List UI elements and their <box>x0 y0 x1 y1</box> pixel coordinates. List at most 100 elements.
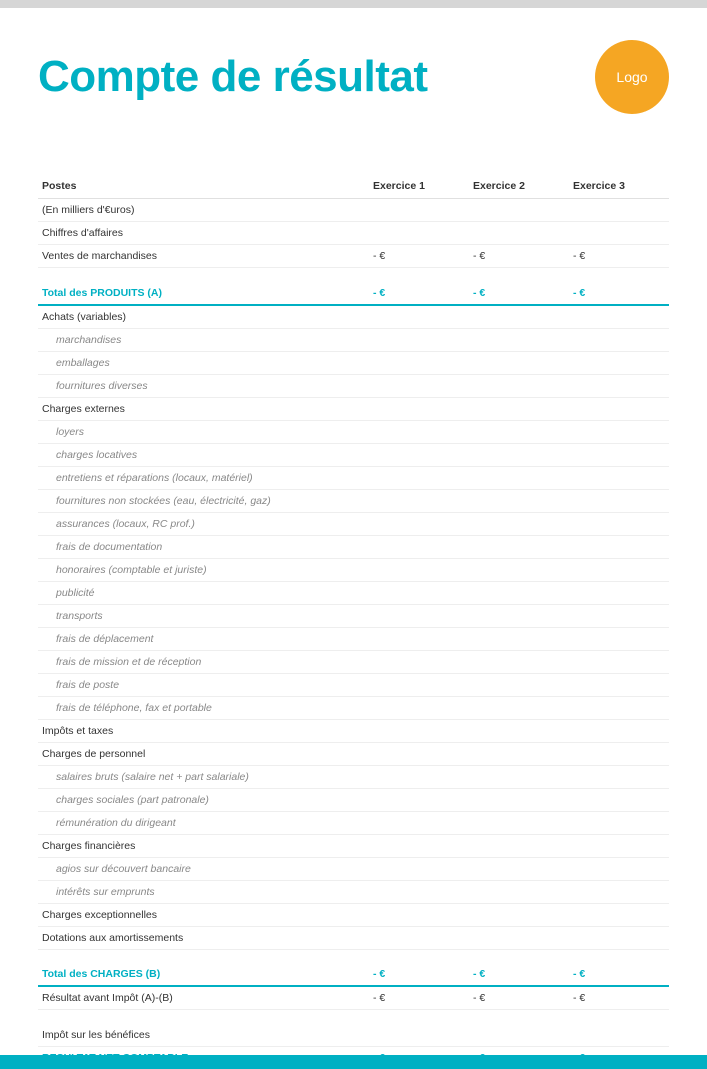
row-label: Total des PRODUITS (A) <box>38 282 369 305</box>
row-value <box>369 696 469 719</box>
row-label: Dotations aux amortissements <box>38 926 369 949</box>
row-label: rémunération du dirigeant <box>38 811 369 834</box>
row-value <box>369 420 469 443</box>
table-row: frais de téléphone, fax et portable <box>38 696 669 719</box>
row-value: - € <box>569 986 669 1010</box>
col-ex3: Exercice 3 <box>569 174 669 199</box>
row-label: loyers <box>38 420 369 443</box>
row-value <box>369 650 469 673</box>
table-row: frais de déplacement <box>38 627 669 650</box>
table-row <box>38 949 669 963</box>
page-title: Compte de résultat <box>38 52 428 102</box>
row-value: - € <box>469 963 569 986</box>
row-label: emballages <box>38 351 369 374</box>
table-row: Charges exceptionnelles <box>38 903 669 926</box>
table-row: Résultat avant Impôt (A)-(B)- €- €- € <box>38 986 669 1010</box>
row-label: Charges externes <box>38 397 369 420</box>
row-value <box>569 199 669 222</box>
row-value <box>369 903 469 926</box>
row-value <box>369 627 469 650</box>
row-value <box>369 811 469 834</box>
row-value <box>469 604 569 627</box>
row-value <box>469 719 569 742</box>
logo-placeholder: Logo <box>595 40 669 114</box>
table-row: Total des PRODUITS (A)- €- €- € <box>38 282 669 305</box>
table-row: publicité <box>38 581 669 604</box>
row-label: charges locatives <box>38 443 369 466</box>
row-value <box>469 305 569 329</box>
row-value <box>469 880 569 903</box>
row-value <box>469 420 569 443</box>
row-value: - € <box>469 986 569 1010</box>
row-value <box>469 926 569 949</box>
row-value: - € <box>369 986 469 1010</box>
row-value <box>569 581 669 604</box>
row-value: - € <box>569 245 669 268</box>
row-label: marchandises <box>38 328 369 351</box>
row-value <box>569 420 669 443</box>
row-value <box>569 604 669 627</box>
table-row: charges locatives <box>38 443 669 466</box>
row-value <box>569 558 669 581</box>
row-value <box>369 199 469 222</box>
row-value <box>469 696 569 719</box>
row-value <box>369 834 469 857</box>
row-value <box>369 535 469 558</box>
row-label: agios sur découvert bancaire <box>38 857 369 880</box>
row-label: transports <box>38 604 369 627</box>
row-value <box>469 397 569 420</box>
row-value <box>369 443 469 466</box>
table-row: frais de poste <box>38 673 669 696</box>
row-value <box>369 328 469 351</box>
row-value <box>469 558 569 581</box>
row-value <box>469 650 569 673</box>
row-value: - € <box>569 963 669 986</box>
row-value <box>369 719 469 742</box>
table-row <box>38 268 669 282</box>
table-row: Charges externes <box>38 397 669 420</box>
table-row: frais de documentation <box>38 535 669 558</box>
row-value <box>469 673 569 696</box>
col-ex2: Exercice 2 <box>469 174 569 199</box>
row-value <box>469 765 569 788</box>
table-row: Charges de personnel <box>38 742 669 765</box>
row-value <box>469 811 569 834</box>
row-label: frais de poste <box>38 673 369 696</box>
row-label: fournitures diverses <box>38 374 369 397</box>
row-value <box>469 1024 569 1047</box>
row-value <box>469 443 569 466</box>
row-value <box>469 788 569 811</box>
table-row <box>38 1010 669 1024</box>
row-value: - € <box>469 282 569 305</box>
row-value <box>569 512 669 535</box>
row-value <box>369 788 469 811</box>
table-row: Impôt sur les bénéfices <box>38 1024 669 1047</box>
row-label: assurances (locaux, RC prof.) <box>38 512 369 535</box>
row-value <box>569 328 669 351</box>
row-value <box>369 374 469 397</box>
row-value <box>369 351 469 374</box>
row-value <box>469 374 569 397</box>
row-value <box>569 397 669 420</box>
table-row: assurances (locaux, RC prof.) <box>38 512 669 535</box>
col-ex1: Exercice 1 <box>369 174 469 199</box>
row-value <box>569 627 669 650</box>
row-value <box>469 199 569 222</box>
row-value <box>369 1024 469 1047</box>
row-value <box>369 673 469 696</box>
row-value <box>369 742 469 765</box>
row-value <box>469 903 569 926</box>
table-row: rémunération du dirigeant <box>38 811 669 834</box>
spacer-cell <box>38 949 669 963</box>
table-row: entretiens et réparations (locaux, matér… <box>38 466 669 489</box>
row-value <box>369 466 469 489</box>
row-label: Impôts et taxes <box>38 719 369 742</box>
row-value <box>369 305 469 329</box>
row-label: frais de mission et de réception <box>38 650 369 673</box>
row-label: Chiffres d'affaires <box>38 222 369 245</box>
row-value <box>569 374 669 397</box>
row-label: charges sociales (part patronale) <box>38 788 369 811</box>
row-value <box>569 650 669 673</box>
row-label: Charges financières <box>38 834 369 857</box>
row-value <box>469 857 569 880</box>
